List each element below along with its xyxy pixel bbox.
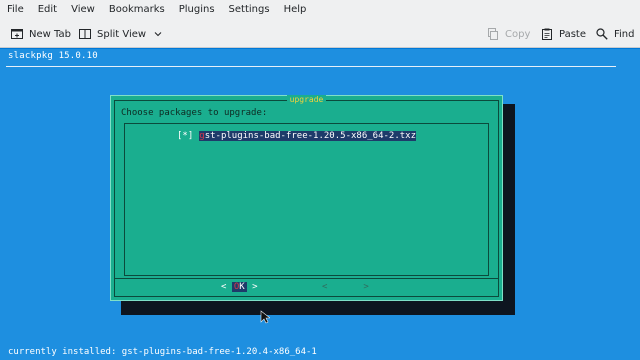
terminal-view[interactable]: slackpkg 15.0.10 upgrade Choose packages… bbox=[0, 49, 640, 360]
terminal-backtitle: slackpkg 15.0.10 bbox=[8, 51, 98, 61]
copy-button[interactable]: Copy bbox=[486, 20, 530, 48]
menu-help[interactable]: Help bbox=[279, 0, 312, 20]
menu-settings[interactable]: Settings bbox=[224, 0, 275, 20]
paste-icon bbox=[540, 27, 554, 41]
ok-right-bracket: > bbox=[252, 282, 258, 292]
ok-left-bracket: < bbox=[221, 282, 227, 292]
package-checkbox[interactable]: [*] bbox=[177, 131, 193, 141]
chevron-down-icon bbox=[151, 27, 165, 41]
status-line: currently installed: gst-plugins-bad-fre… bbox=[8, 347, 317, 357]
menu-plugins[interactable]: Plugins bbox=[174, 0, 220, 20]
new-tab-button[interactable]: New Tab bbox=[10, 20, 71, 48]
cancel-button[interactable]: < > bbox=[322, 282, 369, 292]
ok-label-rest: K bbox=[239, 282, 245, 292]
menu-edit[interactable]: Edit bbox=[33, 0, 62, 20]
search-icon bbox=[595, 27, 609, 41]
toolbar: New Tab Split View Copy Paste Find bbox=[0, 20, 640, 48]
find-label: Find bbox=[614, 28, 635, 40]
dialog-prompt: Choose packages to upgrade: bbox=[121, 108, 268, 118]
ok-button[interactable]: < OK > bbox=[221, 282, 258, 292]
paste-button[interactable]: Paste bbox=[540, 20, 586, 48]
split-view-icon bbox=[78, 27, 92, 41]
new-tab-icon bbox=[10, 27, 24, 41]
paste-label: Paste bbox=[559, 28, 586, 40]
new-tab-label: New Tab bbox=[29, 28, 71, 40]
menu-bar: File Edit View Bookmarks Plugins Setting… bbox=[0, 0, 640, 20]
package-name: st-plugins-bad-free-1.20.5-x86_64-2.txz bbox=[204, 131, 417, 141]
find-button[interactable]: Find bbox=[595, 20, 635, 48]
package-checklist: [*] g st-plugins-bad-free-1.20.5-x86_64-2… bbox=[124, 123, 489, 276]
cancel-left-bracket: < bbox=[322, 282, 328, 292]
dialog-title-text: upgrade bbox=[286, 95, 327, 104]
backtitle-divider bbox=[6, 66, 616, 67]
button-divider bbox=[114, 278, 499, 279]
mouse-cursor-icon bbox=[260, 309, 271, 324]
menu-view[interactable]: View bbox=[66, 0, 100, 20]
menu-bookmarks[interactable]: Bookmarks bbox=[104, 0, 170, 20]
package-list-item[interactable]: [*] g st-plugins-bad-free-1.20.5-x86_64-2… bbox=[177, 131, 417, 141]
dialog-title: upgrade bbox=[111, 95, 502, 105]
cancel-right-bracket: > bbox=[363, 282, 369, 292]
copy-icon bbox=[486, 27, 500, 41]
copy-label: Copy bbox=[505, 28, 531, 40]
split-view-button[interactable]: Split View bbox=[78, 20, 165, 48]
split-view-label: Split View bbox=[97, 28, 147, 40]
menu-file[interactable]: File bbox=[2, 0, 29, 20]
upgrade-dialog: upgrade Choose packages to upgrade: [*] … bbox=[110, 95, 503, 301]
